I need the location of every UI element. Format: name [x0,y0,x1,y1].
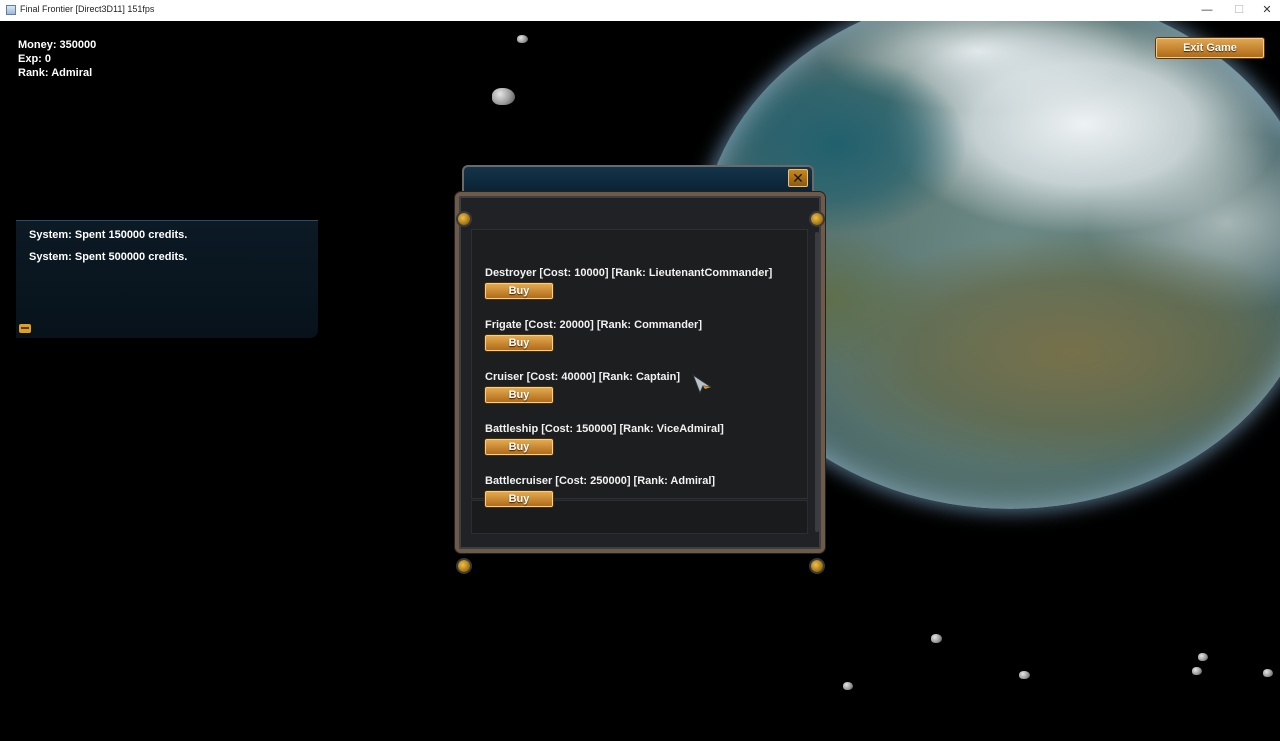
money-label: Money: 350000 [18,39,97,51]
asteroid [1198,653,1208,661]
ship-item-label: Frigate [Cost: 20000] [Rank: Commander] [485,319,702,331]
asteroid [1263,669,1273,677]
buy-battlecruiser-button[interactable]: Buy [485,491,553,507]
frame-corner-icon [458,213,470,225]
frame-corner-icon [811,213,823,225]
ship-item-frigate: Frigate [Cost: 20000] [Rank: Commander] … [485,319,795,351]
chat-message: System: Spent 500000 credits. [29,251,188,263]
frame-corner-icon [811,560,823,572]
minimize-button[interactable]: — [1190,0,1224,21]
chat-panel: System: Spent 150000 credits. System: Sp… [16,220,318,338]
window-title: Final Frontier [Direct3D11] 151fps [20,4,155,14]
asteroid [931,634,942,643]
ship-list-scrollbar[interactable] [815,232,819,532]
player-stats: Money: 350000 Exp: 0 Rank: Admiral [18,38,96,80]
ship-item-battlecruiser: Battlecruiser [Cost: 250000] [Rank: Admi… [485,475,795,507]
app-icon [6,5,16,15]
asteroid [843,682,853,690]
title-bar: Final Frontier [Direct3D11] 151fps — ☐ ✕ [0,0,1280,22]
cursor-arrow-icon [692,374,712,394]
close-window-button[interactable]: ✕ [1250,0,1280,21]
asteroid [1019,671,1030,679]
exit-game-button[interactable]: Exit Game [1156,38,1264,58]
asteroid [492,88,515,105]
close-dialog-button[interactable]: ✕ [788,169,808,187]
buy-destroyer-button[interactable]: Buy [485,283,553,299]
shop-dialog-header [462,165,814,192]
rank-label: Rank: Admiral [18,67,93,79]
game-window: Final Frontier [Direct3D11] 151fps — ☐ ✕… [0,0,1280,741]
ship-item-battleship: Battleship [Cost: 150000] [Rank: ViceAdm… [485,423,795,455]
ship-item-destroyer: Destroyer [Cost: 10000] [Rank: Lieutenan… [485,267,795,299]
exp-label: Exp: 0 [18,53,52,65]
buy-cruiser-button[interactable]: Buy [485,387,553,403]
frame-corner-icon [458,560,470,572]
ship-item-label: Battleship [Cost: 150000] [Rank: ViceAdm… [485,423,724,435]
ship-item-cruiser: Cruiser [Cost: 40000] [Rank: Captain] Bu… [485,371,795,403]
ship-item-label: Battlecruiser [Cost: 250000] [Rank: Admi… [485,475,716,487]
buy-frigate-button[interactable]: Buy [485,335,553,351]
asteroid [517,35,528,43]
chat-bubble-icon[interactable] [19,324,31,333]
chat-message: System: Spent 150000 credits. [29,229,188,241]
buy-battleship-button[interactable]: Buy [485,439,553,455]
asteroid [1192,667,1202,675]
ship-item-label: Cruiser [Cost: 40000] [Rank: Captain] [485,371,680,383]
ship-item-label: Destroyer [Cost: 10000] [Rank: Lieutenan… [485,267,773,279]
